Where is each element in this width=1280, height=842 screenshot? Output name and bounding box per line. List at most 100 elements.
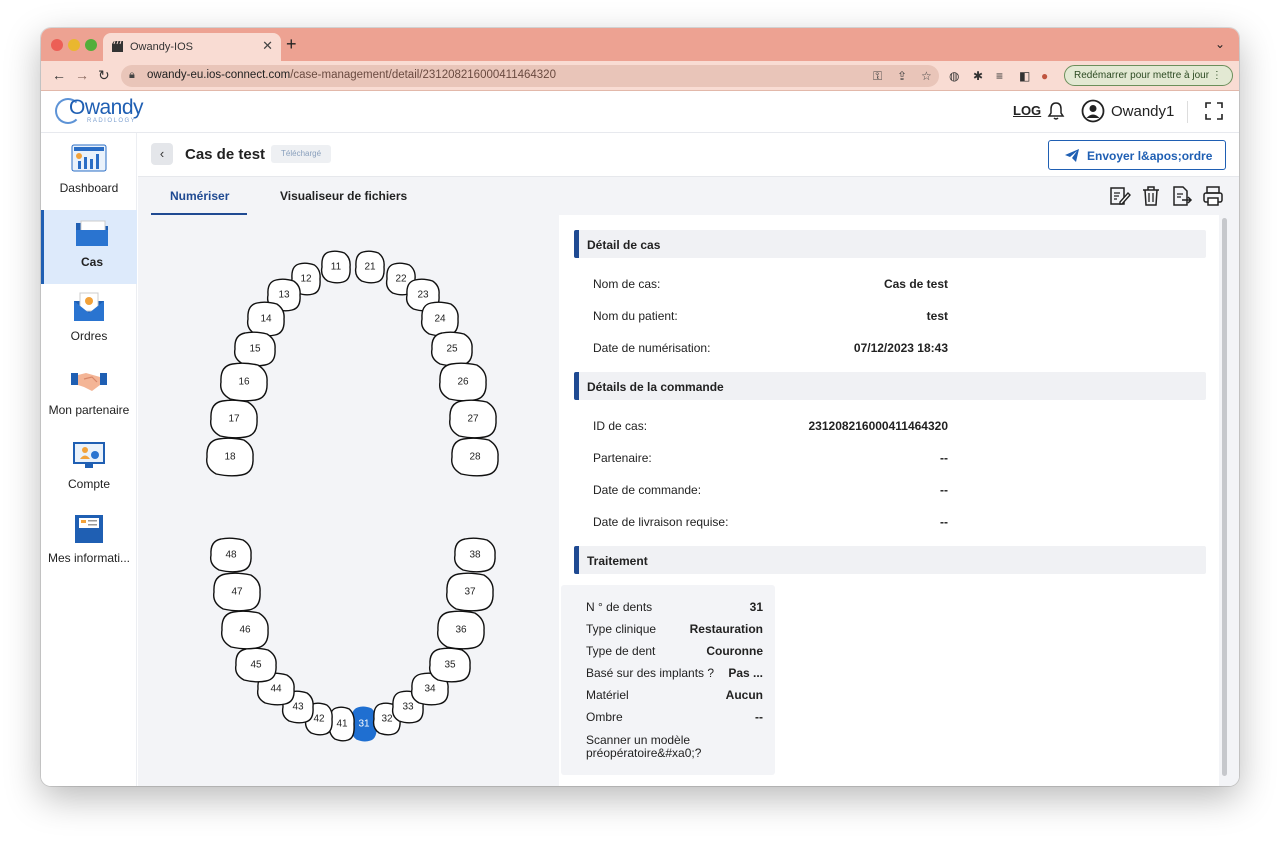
treatment-key: Matériel (586, 688, 629, 702)
tooth-25[interactable]: 25 (430, 331, 473, 367)
tooth-45[interactable]: 45 (234, 647, 277, 683)
user-avatar-icon[interactable] (1081, 99, 1105, 123)
tab-numeriser[interactable]: Numériser (170, 189, 229, 203)
extensions-puzzle-icon[interactable]: ✱ (973, 69, 983, 83)
detail-key: Date de numérisation: (593, 341, 711, 355)
sidebar-item-cas[interactable]: Cas (41, 210, 137, 284)
extension-globe-icon[interactable]: ◍ (949, 69, 959, 83)
window-minimize-button[interactable] (68, 39, 80, 51)
bell-icon[interactable] (1047, 101, 1065, 121)
tab-visualiseur[interactable]: Visualiseur de fichiers (280, 189, 407, 203)
owandy-logo[interactable]: Owandy RADIOLOGY (55, 95, 155, 127)
user-name[interactable]: Owandy1 (1111, 103, 1174, 120)
detail-value: Cas de test (883, 277, 948, 291)
print-icon[interactable] (1202, 185, 1224, 207)
reading-list-icon[interactable]: ≡ (996, 69, 1003, 83)
tooth-36[interactable]: 36 (437, 610, 485, 650)
tooth-48[interactable]: 48 (209, 537, 252, 573)
section-title: Détails de la commande (587, 380, 724, 394)
forward-arrow-icon[interactable]: → (75, 67, 89, 83)
window-close-button[interactable] (51, 39, 63, 51)
detail-key: Date de livraison requise: (593, 515, 729, 529)
tooth-15[interactable]: 15 (233, 331, 276, 367)
header-divider (1187, 101, 1188, 123)
side-panel-icon[interactable]: ◧ (1019, 69, 1030, 83)
relaunch-button[interactable]: Redémarrer pour mettre à jour ⋮ (1064, 65, 1233, 86)
details-scrollbar[interactable] (1219, 215, 1229, 786)
treatment-value: -- (755, 710, 763, 724)
new-tab-icon[interactable]: + (286, 34, 297, 55)
sidebar-item-partenaire[interactable]: Mon partenaire (41, 358, 137, 432)
tooth-31[interactable]: 31 (350, 706, 377, 742)
log-button[interactable]: LOG (1013, 103, 1041, 118)
account-monitor-icon (73, 442, 105, 468)
treatment-value: Restauration (689, 622, 763, 636)
tooth-17[interactable]: 17 (210, 399, 258, 439)
dashboard-chart-icon (71, 144, 107, 172)
tooth-number: 32 (381, 714, 393, 725)
tooth-14[interactable]: 14 (246, 301, 285, 337)
tooth-35[interactable]: 35 (428, 647, 471, 683)
profile-avatar-icon[interactable]: ● (1041, 69, 1048, 83)
tooth-number: 12 (300, 274, 312, 285)
tab-close-icon[interactable]: ✕ (262, 38, 273, 54)
fullscreen-icon[interactable] (1205, 102, 1223, 120)
tooth-number: 22 (395, 274, 407, 285)
tooth-26[interactable]: 26 (439, 362, 487, 402)
sidebar-label-mes-informations: Mes informati... (47, 551, 131, 565)
trash-icon[interactable] (1140, 185, 1162, 207)
tooth-28[interactable]: 28 (451, 437, 499, 477)
treatment-card: N ° de dents 31 Type clinique Restauration… (561, 585, 775, 775)
tooth-47[interactable]: 47 (213, 572, 261, 612)
browser-tab[interactable]: Owandy-IOS ✕ (103, 33, 281, 61)
detail-key: Partenaire: (593, 451, 652, 465)
main-content: ‹ Cas de test Téléchargé Envoyer l&apos;… (138, 133, 1239, 786)
detail-key: Nom du patient: (593, 309, 678, 323)
window-zoom-button[interactable] (85, 39, 97, 51)
tooth-18[interactable]: 18 (206, 437, 254, 477)
sidebar-item-mes-informations[interactable]: Mes informati... (41, 506, 137, 580)
scrollbar-thumb[interactable] (1222, 218, 1227, 776)
tooth-11[interactable]: 11 (320, 250, 351, 284)
tooth-41[interactable]: 41 (328, 706, 355, 742)
details-panel: Détail de cas Nom de cas: Cas de test Nom… (559, 215, 1219, 786)
tooth-number: 36 (455, 625, 467, 636)
tooth-27[interactable]: 27 (449, 399, 497, 439)
send-order-button[interactable]: Envoyer l&apos;ordre (1048, 140, 1226, 170)
browser-toolbar: ← → ↻ 🔒︎ owandy-eu.ios-connect.com/case-… (41, 61, 1239, 91)
section-case-details: Détail de cas (574, 230, 1206, 258)
tooth-number: 33 (402, 702, 414, 713)
address-bar[interactable]: 🔒︎ owandy-eu.ios-connect.com/case-manage… (121, 65, 939, 87)
tab-search-icon[interactable]: ⌄ (1215, 37, 1225, 51)
edit-icon[interactable] (1109, 185, 1131, 207)
order-envelope-icon (74, 292, 104, 321)
sidebar-item-compte[interactable]: Compte (41, 432, 137, 506)
export-document-icon[interactable] (1171, 185, 1193, 207)
bookmark-star-icon[interactable]: ☆ (921, 69, 932, 83)
share-icon[interactable]: ⇪ (897, 69, 907, 83)
tooth-number: 27 (467, 414, 479, 425)
treatment-value: Aucun (725, 688, 763, 702)
tooth-24[interactable]: 24 (420, 301, 459, 337)
tooth-16[interactable]: 16 (220, 362, 268, 402)
key-icon[interactable]: ⚿ (873, 69, 882, 84)
tooth-number: 35 (444, 660, 456, 671)
sidebar-item-dashboard[interactable]: Dashboard (41, 136, 137, 210)
tooth-46[interactable]: 46 (221, 610, 269, 650)
section-title: Traitement (587, 554, 648, 568)
tab-title: Owandy-IOS (130, 41, 193, 53)
tooth-number: 21 (364, 262, 376, 273)
treatment-key: N ° de dents (586, 600, 653, 614)
detail-value: -- (940, 483, 948, 497)
browser-tabstrip: Owandy-IOS ✕ + ⌄ (41, 28, 1239, 61)
tooth-21[interactable]: 21 (354, 250, 385, 284)
sidebar-label-ordres: Ordres (70, 329, 108, 343)
tooth-37[interactable]: 37 (446, 572, 494, 612)
tooth-38[interactable]: 38 (453, 537, 496, 573)
info-binder-icon (75, 515, 103, 543)
reload-icon[interactable]: ↻ (98, 67, 110, 84)
back-arrow-icon[interactable]: ← (52, 67, 66, 83)
folder-icon (76, 220, 108, 246)
sidebar-item-ordres[interactable]: Ordres (41, 284, 137, 358)
back-button[interactable]: ‹ (151, 143, 173, 165)
